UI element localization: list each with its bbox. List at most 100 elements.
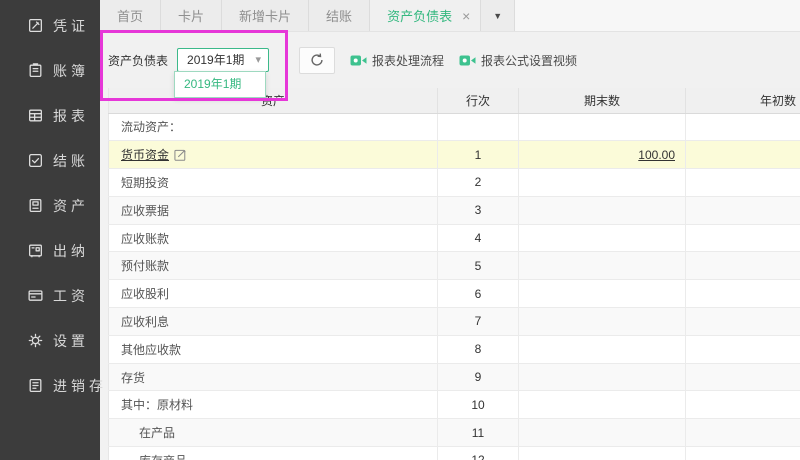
cell-line-number: 11: [438, 419, 519, 447]
table-row: 预付账款5: [109, 252, 800, 280]
table-row: 短期投资 2: [109, 169, 800, 197]
ending-balance-link[interactable]: 100.00: [638, 148, 675, 162]
sidebar-item-inventory[interactable]: 进销存: [0, 363, 100, 408]
cell-line-number: 12: [438, 447, 519, 460]
cell-ending-balance: [519, 308, 686, 336]
asset-name-label: 预付账款: [121, 259, 169, 273]
tab-card[interactable]: 卡片: [161, 0, 222, 31]
table-row: 在产品 11: [109, 419, 800, 447]
cell-beginning-balance: [686, 252, 800, 280]
sidebar-item-asset[interactable]: 资产: [0, 183, 100, 228]
col-header-begin: 年初数: [686, 88, 800, 113]
table-row: 应收股利6: [109, 280, 800, 308]
cell-beginning-balance: [686, 113, 800, 141]
cell-beginning-balance: [686, 224, 800, 252]
cell-ending-balance: [519, 280, 686, 308]
cell-beginning-balance: [686, 308, 800, 336]
cell-ending-balance: [519, 447, 686, 460]
refresh-button[interactable]: [299, 47, 335, 74]
salary-icon: [27, 287, 44, 304]
period-option[interactable]: 2019年1期: [175, 72, 265, 97]
table-row: 应收票据 3: [109, 196, 800, 224]
tab-label: 卡片: [178, 6, 204, 25]
video-camera-icon: [459, 54, 481, 67]
sidebar-item-label: 资产: [53, 196, 89, 216]
asset-name-label: 流动资产：: [121, 120, 181, 134]
sidebar-item-label: 结账: [53, 151, 89, 171]
cell-ending-balance: [519, 391, 686, 419]
cell-asset-name: 短期投资: [109, 169, 438, 197]
sidebar-item-label: 进销存: [53, 376, 107, 396]
asset-name-label: 在产品: [139, 426, 175, 440]
table-row: 应收账款4: [109, 224, 800, 252]
balance-sheet-table: 资产 行次 期末数 年初数 流动资产：货币资金1100.00短期投资2应收票据3…: [108, 88, 800, 460]
report-icon: [27, 107, 44, 124]
sidebar-item-label: 工资: [53, 286, 89, 306]
sidebar-item-label: 账簿: [53, 61, 89, 81]
asset-name-label[interactable]: 货币资金: [121, 148, 169, 162]
formula-setting-video-link[interactable]: 报表公式设置视频: [459, 52, 577, 69]
cell-asset-name: 库存商品: [109, 447, 438, 460]
report-table-body: 流动资产： 货币资金 1 100.00 短期投资 2 应收票据 3应收账款4预付账款5应收股利…: [109, 113, 800, 460]
report-process-flow-link[interactable]: 报表处理流程: [350, 52, 444, 69]
cell-beginning-balance: [686, 363, 800, 391]
cell-line-number: 1: [438, 141, 519, 169]
tab-home[interactable]: 首页: [100, 0, 161, 31]
asset-icon: [27, 197, 44, 214]
toolbar-links: 报表处理流程 报表公式设置视频: [335, 52, 577, 69]
cell-ending-balance: [519, 196, 686, 224]
asset-name-label: 其他应收款: [121, 343, 181, 357]
video-camera-icon: [350, 54, 372, 67]
col-header-ending: 期末数: [519, 88, 686, 113]
sidebar-item-label: 报表: [53, 106, 89, 126]
cell-line-number: 9: [438, 363, 519, 391]
sidebar-item-voucher[interactable]: 凭证: [0, 3, 100, 48]
cell-ending-balance: [519, 224, 686, 252]
sidebar-item-settings[interactable]: 设置: [0, 318, 100, 363]
cell-line-number: 2: [438, 169, 519, 197]
cell-asset-name: 其中：原材料: [109, 391, 438, 419]
cell-asset-name: 流动资产：: [109, 113, 438, 141]
edit-icon[interactable]: [174, 148, 187, 161]
close-tab-icon[interactable]: ×: [462, 9, 470, 23]
tab-label: 首页: [117, 6, 143, 25]
tab-closing[interactable]: 结账: [309, 0, 370, 31]
cell-line-number: 10: [438, 391, 519, 419]
asset-name-label: 短期投资: [121, 176, 169, 190]
asset-name-label: 库存商品: [139, 454, 187, 460]
sidebar-item-label: 出纳: [53, 241, 89, 261]
cell-line-number: 7: [438, 308, 519, 336]
tab-new-card[interactable]: 新增卡片: [222, 0, 309, 31]
ledger-icon: [27, 62, 44, 79]
sidebar-item-report[interactable]: 报表: [0, 93, 100, 138]
asset-name-label: 存货: [121, 371, 145, 385]
table-row: 其中：原材料10: [109, 391, 800, 419]
sidebar-item-label: 设置: [53, 331, 89, 351]
sidebar-item-closing[interactable]: 结账: [0, 138, 100, 183]
sidebar-item-cashier[interactable]: 出纳: [0, 228, 100, 273]
link-label: 报表公式设置视频: [481, 52, 577, 69]
cell-ending-balance: [519, 363, 686, 391]
sidebar-item-salary[interactable]: 工资: [0, 273, 100, 318]
asset-name-label: 应收票据: [121, 204, 169, 218]
cell-asset-name: 应收账款: [109, 224, 438, 252]
sidebar-menu: 凭证账簿报表结账资产出纳工资设置进销存: [0, 0, 100, 408]
cell-line-number: 3: [438, 196, 519, 224]
balance-sheet-table-wrap: 资产 行次 期末数 年初数 流动资产：货币资金1100.00短期投资2应收票据3…: [108, 88, 800, 460]
sidebar-item-label: 凭证: [53, 16, 89, 36]
cell-ending-balance: [519, 169, 686, 197]
cell-beginning-balance: [686, 391, 800, 419]
cell-ending-balance: [519, 113, 686, 141]
cell-beginning-balance: [686, 169, 800, 197]
sidebar-item-ledger[interactable]: 账簿: [0, 48, 100, 93]
cell-asset-name: 存货: [109, 363, 438, 391]
sidebar: 凭证账簿报表结账资产出纳工资设置进销存: [0, 0, 100, 460]
tab-balance-sheet[interactable]: 资产负债表×: [370, 0, 481, 31]
voucher-icon: [27, 17, 44, 34]
period-select[interactable]: 2019年1期 ▾: [177, 48, 269, 72]
tab-list-dropdown-icon[interactable]: ▼: [481, 0, 515, 31]
table-row: 应收利息7: [109, 308, 800, 336]
cashier-icon: [27, 242, 44, 259]
cell-asset-name: 应收股利: [109, 280, 438, 308]
tab-bar: 首页 卡片新增卡片结账资产负债表×▼: [100, 0, 800, 32]
